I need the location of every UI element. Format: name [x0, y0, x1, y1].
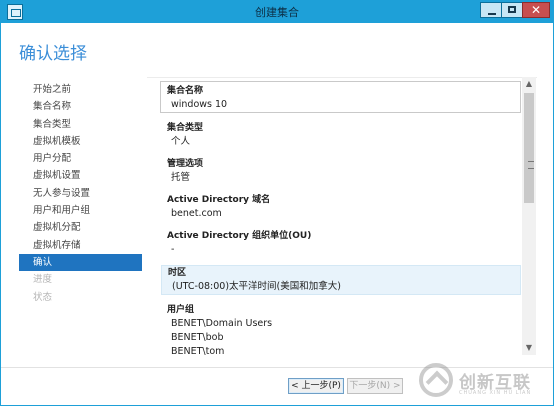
next-button: 下一步(N) > — [347, 378, 403, 394]
nav-item-before-you-begin[interactable]: 开始之前 — [19, 81, 142, 98]
scroll-up-arrow-icon[interactable]: ▲ — [522, 77, 536, 91]
nav-item-vm-allocation[interactable]: 虚拟机分配 — [19, 219, 142, 236]
confirmation-summary-pane: 集合名称 windows 10 集合类型 个人 管理选项 托管 Active D… — [147, 77, 537, 356]
summary-section-user-groups[interactable]: 用户组 BENET\Domain Users BENET\bob BENET\t… — [161, 303, 521, 356]
scroll-thumb[interactable] — [524, 93, 534, 203]
section-title: Active Directory 组织单位(OU) — [167, 231, 312, 241]
maximize-button[interactable] — [501, 2, 523, 18]
nav-item-unattended-settings[interactable]: 无人参与设置 — [19, 185, 142, 202]
maximize-icon — [508, 6, 516, 13]
section-title: 时区 — [168, 268, 187, 278]
minimize-button[interactable] — [480, 2, 502, 18]
minimize-icon — [488, 13, 496, 15]
window-title: 创建集合 — [255, 6, 299, 19]
section-value: 个人 — [171, 136, 191, 147]
summary-section-ad-domain[interactable]: Active Directory 域名 benet.com — [161, 193, 521, 221]
nav-item-confirmation[interactable]: 确认 — [19, 253, 142, 272]
close-button[interactable]: ✕ — [522, 2, 550, 18]
section-title: 用户组 — [167, 305, 195, 315]
section-value: (UTC-08:00)太平洋时间(美国和加拿大) — [172, 281, 341, 292]
close-icon: ✕ — [531, 3, 542, 17]
nav-item-collection-type[interactable]: 集合类型 — [19, 116, 142, 133]
vertical-scrollbar[interactable]: ▲ ▼ — [522, 77, 536, 355]
section-title: Active Directory 域名 — [167, 195, 271, 205]
brand-watermark: 创新互联 CHUANG XIN HU LIAN — [419, 361, 554, 401]
summary-section-collection-name[interactable]: 集合名称 windows 10 — [160, 81, 521, 113]
create-collection-window: 创建集合 ✕ 确认选择 开始之前 集合名称 集合类型 虚拟机模板 用户分配 虚拟… — [0, 0, 554, 406]
section-value: windows 10 — [171, 99, 228, 110]
section-title: 集合名称 — [167, 86, 204, 96]
summary-section-collection-type[interactable]: 集合类型 个人 — [161, 121, 521, 149]
nav-item-results: 状态 — [33, 291, 53, 303]
section-value: benet.com — [171, 208, 222, 219]
brand-logo-icon — [419, 363, 453, 397]
previous-button[interactable]: < 上一步(P) — [288, 378, 344, 394]
nav-item-vm-settings[interactable]: 虚拟机设置 — [19, 167, 142, 184]
scroll-down-arrow-icon[interactable]: ▼ — [522, 341, 536, 355]
title-bar: 创建集合 ✕ — [1, 1, 553, 23]
section-value: BENET\tom — [171, 346, 225, 356]
summary-section-management-option[interactable]: 管理选项 托管 — [161, 157, 521, 185]
grip-icon — [528, 161, 534, 169]
section-value: - — [171, 244, 175, 255]
nav-item-users-and-groups[interactable]: 用户和用户组 — [19, 202, 142, 219]
summary-section-ad-ou[interactable]: Active Directory 组织单位(OU) - — [161, 229, 521, 257]
section-title: 管理选项 — [167, 159, 204, 169]
page-title: 确认选择 — [19, 44, 87, 64]
watermark-subtitle: CHUANG XIN HU LIAN — [459, 390, 532, 396]
nav-item-collection-name[interactable]: 集合名称 — [19, 98, 142, 115]
nav-item-vm-template[interactable]: 虚拟机模板 — [19, 133, 142, 150]
nav-item-vm-storage[interactable]: 虚拟机存储 — [19, 237, 142, 254]
nav-item-user-assignment[interactable]: 用户分配 — [19, 150, 142, 167]
section-title: 集合类型 — [167, 123, 204, 133]
summary-section-time-zone[interactable]: 时区 (UTC-08:00)太平洋时间(美国和加拿大) — [161, 265, 521, 295]
section-value: 托管 — [171, 172, 191, 183]
section-value: BENET\bob — [171, 332, 224, 343]
wizard-navigation: 开始之前 集合名称 集合类型 虚拟机模板 用户分配 虚拟机设置 无人参与设置 用… — [19, 81, 142, 306]
section-value: BENET\Domain Users — [171, 318, 273, 329]
summary-list: 集合名称 windows 10 集合类型 个人 管理选项 托管 Active D… — [160, 81, 521, 356]
nav-item-progress: 进度 — [33, 274, 53, 286]
